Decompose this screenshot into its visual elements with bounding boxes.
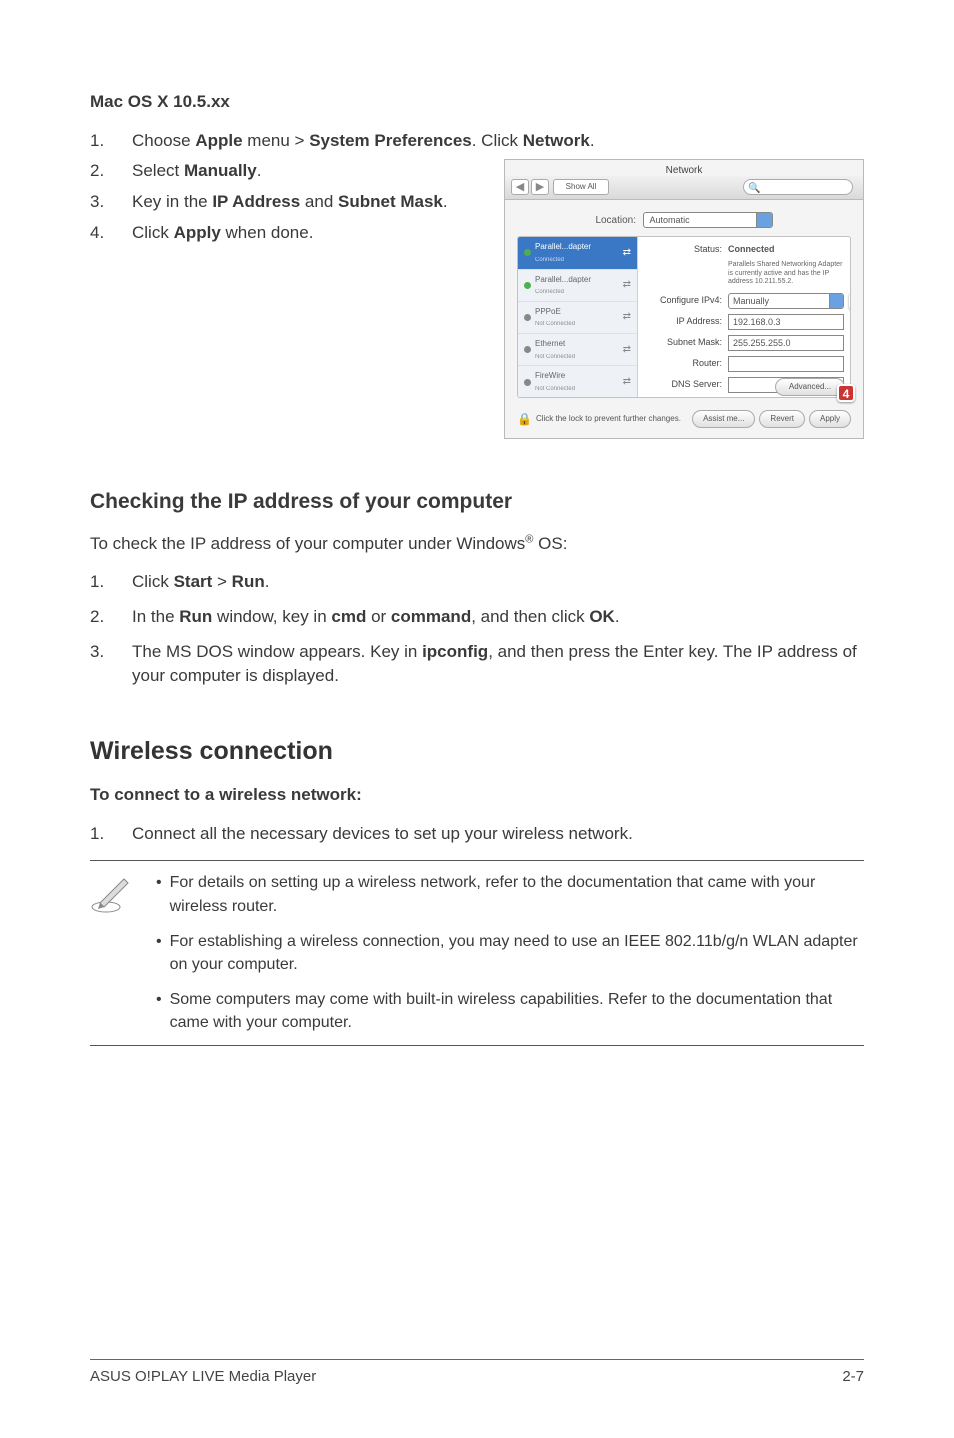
step-text: Key in the IP Address and Subnet Mask.	[132, 190, 470, 215]
note-text: For details on setting up a wireless net…	[170, 871, 864, 917]
badge-4: 4	[837, 384, 855, 402]
step-text: Click Start > Run.	[132, 570, 864, 595]
interface-icon: ⇄	[623, 278, 631, 293]
sidebar-item-label: FireWireNot Connected	[535, 370, 619, 393]
step-text: The MS DOS window appears. Key in ipconf…	[132, 640, 864, 689]
bullet: •	[156, 871, 162, 917]
step-number: 4.	[90, 221, 132, 246]
assist-button[interactable]: Assist me...	[692, 410, 755, 428]
step-number: 1.	[90, 570, 132, 595]
search-field[interactable]: 🔍	[743, 179, 853, 195]
sidebar: Parallel...dapterConnected⇄Parallel...da…	[518, 237, 638, 397]
interface-icon: ⇄	[623, 343, 631, 358]
router-input[interactable]	[728, 356, 844, 372]
step-number: 2.	[90, 605, 132, 630]
router-label: Router:	[644, 357, 722, 370]
check-ip-heading: Checking the IP address of your computer	[90, 487, 864, 517]
pen-icon	[90, 871, 138, 1034]
configure-label: Configure IPv4:	[644, 294, 722, 307]
sidebar-item[interactable]: EthernetNot Connected ⇄	[518, 334, 637, 366]
apply-button[interactable]: Apply	[809, 410, 851, 428]
step-number: 1.	[90, 822, 132, 847]
status-sub: Parallels Shared Networking Adapter is c…	[728, 261, 844, 286]
note-text: Some computers may come with built-in wi…	[170, 988, 864, 1034]
note-item: •For establishing a wireless connection,…	[156, 930, 864, 976]
badge-2: 2	[849, 292, 851, 310]
dns-label: DNS Server:	[644, 378, 722, 391]
status-dot	[524, 282, 531, 289]
status-dot	[524, 379, 531, 386]
sidebar-item-label: Parallel...dapterConnected	[535, 274, 619, 297]
sidebar-item[interactable]: Parallel...dapterConnected ⇄	[518, 237, 637, 269]
search-icon: 🔍	[748, 182, 760, 197]
mask-input[interactable]: 255.255.255.0	[728, 335, 844, 351]
sidebar-item[interactable]: Parallel...dapterConnected ⇄	[518, 270, 637, 302]
note-item: •For details on setting up a wireless ne…	[156, 871, 864, 917]
wireless-heading: Wireless connection	[90, 733, 864, 769]
note-item: •Some computers may come with built-in w…	[156, 988, 864, 1034]
status-dot	[524, 314, 531, 321]
sidebar-item[interactable]: FireWireNot Connected ⇄	[518, 366, 637, 398]
page-footer: ASUS O!PLAY LIVE Media Player 2-7	[90, 1359, 864, 1388]
wireless-subheading: To connect to a wireless network:	[90, 783, 864, 808]
step-text: Click Apply when done.	[132, 221, 470, 246]
status-label: Status:	[644, 243, 722, 256]
sidebar-item[interactable]: PPPoENot Connected ⇄	[518, 302, 637, 334]
show-all-button[interactable]: Show All	[553, 179, 609, 195]
note-block: •For details on setting up a wireless ne…	[90, 860, 864, 1045]
lock-text: Click the lock to prevent further change…	[536, 413, 688, 425]
step-text: Select Manually.	[132, 159, 470, 184]
toolbar: ◀ ▶ Show All 🔍	[505, 176, 863, 200]
lock-icon[interactable]: 🔒	[517, 411, 532, 428]
footer-left: ASUS O!PLAY LIVE Media Player	[90, 1366, 316, 1388]
interface-icon: ⇄	[623, 246, 631, 261]
step-number: 1.	[90, 129, 132, 154]
status-dot	[524, 346, 531, 353]
network-prefs-screenshot: Network ◀ ▶ Show All 🔍 Location: Automat…	[504, 159, 864, 439]
step-number: 3.	[90, 640, 132, 689]
back-button[interactable]: ◀	[511, 179, 529, 195]
sidebar-item-label: EthernetNot Connected	[535, 338, 619, 361]
location-select[interactable]: Automatic	[643, 212, 773, 228]
note-text: For establishing a wireless connection, …	[170, 930, 864, 976]
check-ip-intro: To check the IP address of your computer…	[90, 532, 864, 557]
search-domains-input[interactable]	[728, 398, 844, 399]
step-number: 2.	[90, 159, 132, 184]
sidebar-item-label: PPPoENot Connected	[535, 306, 619, 329]
bullet: •	[156, 930, 162, 976]
step-text: Connect all the necessary devices to set…	[132, 822, 864, 847]
status-dot	[524, 249, 531, 256]
step-text: In the Run window, key in cmd or command…	[132, 605, 864, 630]
configure-select[interactable]: Manually 2	[728, 293, 844, 309]
sidebar-item-label: Parallel...dapterConnected	[535, 241, 619, 264]
step-number: 3.	[90, 190, 132, 215]
step-text: Choose Apple menu > System Preferences. …	[132, 129, 864, 154]
status-value: Connected	[728, 243, 844, 256]
forward-button[interactable]: ▶	[531, 179, 549, 195]
mac-os-heading: Mac OS X 10.5.xx	[90, 90, 864, 115]
revert-button[interactable]: Revert	[759, 410, 805, 428]
bullet: •	[156, 988, 162, 1034]
interface-icon: ⇄	[623, 375, 631, 390]
mask-label: Subnet Mask:	[644, 336, 722, 349]
ip-label: IP Address:	[644, 315, 722, 328]
ip-input[interactable]: 192.168.0.3	[728, 314, 844, 330]
footer-page: 2-7	[842, 1366, 864, 1388]
interface-icon: ⇄	[623, 310, 631, 325]
advanced-button[interactable]: Advanced...	[775, 378, 845, 396]
location-label: Location:	[595, 215, 636, 226]
